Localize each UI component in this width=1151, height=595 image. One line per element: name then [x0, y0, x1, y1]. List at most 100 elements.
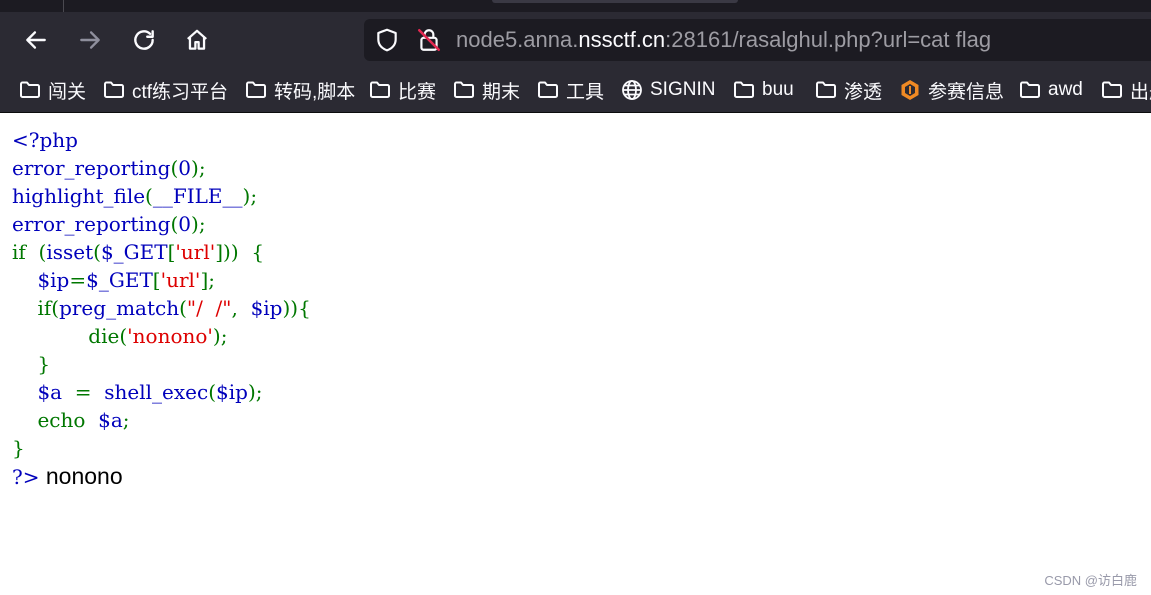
code-token: $ip	[250, 296, 283, 320]
globe-icon	[622, 80, 642, 100]
code-line: ?> nonono	[12, 462, 311, 490]
bookmark-folder-3[interactable]: 转码,脚本	[244, 77, 355, 103]
code-token: __FILE__	[152, 184, 243, 208]
url-bar[interactable]: node5.anna.nssctf.cn:28161/rasalghul.php…	[364, 19, 1151, 61]
folder-icon	[816, 81, 836, 98]
bookmark-folder-awd[interactable]: awd	[1018, 77, 1083, 103]
code-token: (	[145, 184, 153, 208]
code-line: highlight_file(__FILE__);	[12, 182, 311, 210]
code-token: $ip	[216, 380, 248, 404]
code-token: }	[12, 436, 25, 460]
watermark: CSDN @访白鹿	[1044, 573, 1137, 588]
forward-button[interactable]	[72, 22, 108, 58]
code-token: 0	[178, 212, 192, 236]
bookmark-label: awd	[1048, 79, 1083, 100]
bookmark-label: 工具	[566, 81, 605, 103]
php-source-code: <?php error_reporting(0); highlight_file(_…	[12, 126, 311, 490]
code-token: $a	[37, 380, 63, 404]
code-line: }	[12, 350, 311, 378]
bookmark-folder-2[interactable]: ctf练习平台	[102, 77, 228, 103]
code-token: error_reporting	[12, 156, 171, 180]
bookmarks-toolbar: 闯关 ctf练习平台 转码,脚本 比赛 期末 工具 SIGNIN buu 渗透 …	[0, 68, 1151, 113]
code-token: if	[12, 240, 26, 264]
browser-chrome: node5.anna.nssctf.cn:28161/rasalghul.php…	[0, 0, 1151, 113]
bookmark-folder-pentest[interactable]: 渗透	[814, 77, 882, 103]
code-line: }	[12, 434, 311, 462]
reload-icon	[134, 30, 154, 50]
shield-icon[interactable]	[374, 27, 400, 53]
bookmark-label: buu	[762, 79, 794, 100]
code-token: (	[208, 380, 217, 404]
bookmark-label: 闯关	[48, 81, 87, 103]
folder-icon	[104, 81, 124, 98]
home-button[interactable]	[179, 22, 215, 58]
code-token: 0	[178, 156, 192, 180]
bookmark-label: 转码,脚本	[274, 81, 356, 103]
code-line: error_reporting(0);	[12, 154, 311, 182]
code-token: (	[179, 296, 187, 320]
code-line: if (isset($_GET['url'])) {	[12, 238, 311, 266]
code-token: )){	[282, 296, 311, 320]
folder-icon	[1020, 81, 1040, 98]
code-line: error_reporting(0);	[12, 210, 311, 238]
url-prefix: node5.anna.	[456, 27, 579, 52]
bookmark-label: 比赛	[398, 81, 437, 103]
code-token: isset	[46, 240, 94, 264]
code-token: (	[119, 324, 128, 348]
code-token: $_GET	[86, 268, 153, 292]
code-token: die	[88, 324, 120, 348]
code-token: $a	[98, 408, 123, 432]
code-line: echo $a;	[12, 406, 311, 434]
bookmark-contest-info[interactable]: 参赛信息	[898, 77, 1004, 103]
url-path: :28161/rasalghul.php?url=cat flag	[665, 27, 992, 52]
code-token: (	[25, 240, 47, 264]
bookmark-label: 期末	[482, 81, 521, 103]
bookmark-folder-overflow[interactable]: 出题	[1100, 77, 1151, 103]
code-token: echo	[37, 408, 86, 432]
folder-icon	[20, 81, 40, 98]
code-line: <?php	[12, 126, 311, 154]
tab-strip	[0, 0, 1151, 12]
url-text[interactable]: node5.anna.nssctf.cn:28161/rasalghul.php…	[456, 27, 991, 53]
code-token: ];	[200, 268, 215, 292]
code-token: );	[191, 212, 206, 236]
code-line: $a = shell_exec($ip);	[12, 378, 311, 406]
code-token: 'url'	[175, 240, 216, 264]
code-token: $_GET	[100, 240, 168, 264]
folder-icon	[1102, 81, 1122, 98]
bookmark-folder-1[interactable]: 闯关	[18, 77, 86, 103]
arrow-right-icon	[80, 31, 100, 49]
bookmark-signin[interactable]: SIGNIN	[620, 77, 715, 103]
folder-icon	[246, 81, 266, 98]
code-token: (	[93, 240, 101, 264]
bookmark-label: 出题	[1130, 81, 1151, 103]
code-line: die('nonono');	[12, 322, 311, 350]
php-open-tag: <?php	[12, 128, 78, 152]
command-output: nonono	[39, 463, 123, 489]
bookmark-folder-5[interactable]: 期末	[452, 77, 520, 103]
code-token: (	[51, 296, 60, 320]
arrow-left-icon	[26, 31, 46, 49]
folder-icon	[538, 81, 558, 98]
back-button[interactable]	[18, 22, 54, 58]
bookmark-folder-4[interactable]: 比赛	[368, 77, 436, 103]
code-token: preg_match	[59, 296, 180, 320]
code-line: if(preg_match("/ /", $ip)){	[12, 294, 311, 322]
code-token: =	[69, 268, 87, 292]
code-token: ])) {	[215, 240, 265, 264]
reload-button[interactable]	[126, 22, 162, 58]
code-token: );	[242, 184, 258, 208]
code-token: );	[191, 156, 206, 180]
bookmark-folder-6[interactable]: 工具	[536, 77, 604, 103]
folder-icon	[454, 81, 474, 98]
code-token: );	[212, 324, 228, 348]
insecure-lock-icon[interactable]	[416, 27, 442, 53]
bookmark-folder-buu[interactable]: buu	[732, 77, 794, 103]
active-tab[interactable]	[492, 0, 738, 3]
